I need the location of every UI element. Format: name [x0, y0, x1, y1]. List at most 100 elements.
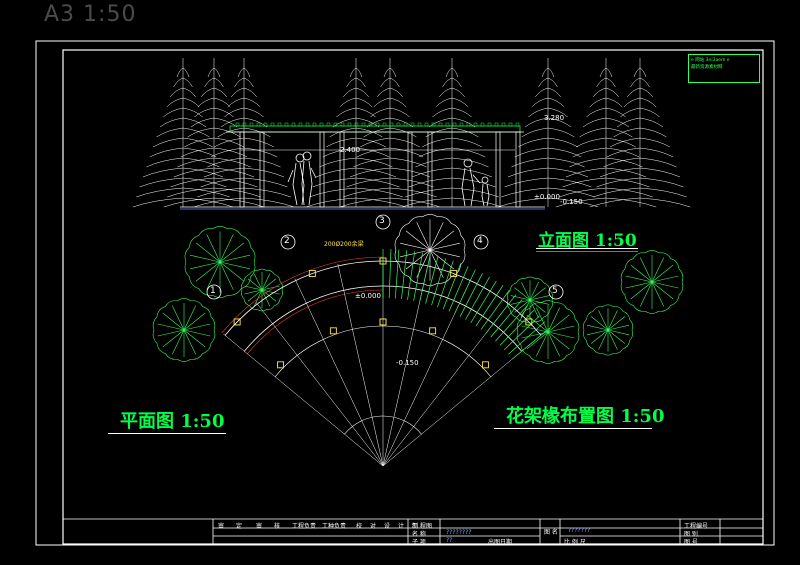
axis-label-4: 4 — [477, 236, 483, 246]
rafter-end — [319, 122, 324, 127]
axis-label-1: 1 — [210, 286, 216, 296]
elevation-title-underline-2 — [536, 251, 638, 252]
human-figure-couple — [287, 151, 317, 206]
rafter-end — [473, 122, 478, 127]
rafter-end — [396, 122, 401, 127]
subitem-label: 子 项 — [412, 539, 426, 546]
rafter-layout-title: 花架椽布置图 1:50 — [506, 406, 665, 427]
tree-crown — [507, 276, 553, 324]
signature-field-label: 审 — [218, 523, 225, 530]
rafter-end — [256, 122, 261, 127]
rafter-end — [347, 122, 352, 127]
drawing-date-label: 出图日期 — [488, 539, 513, 546]
rafter — [401, 250, 408, 300]
rafter-end — [424, 122, 429, 127]
beam-level-dimension: 2.400 — [340, 146, 361, 154]
rafter — [480, 289, 510, 330]
drawing-name-value: ??????? — [568, 527, 591, 534]
inner-frame — [62, 49, 764, 545]
rafter-end — [487, 122, 492, 127]
rafter — [475, 285, 504, 327]
tree-crown — [620, 250, 684, 314]
rafter-end — [284, 122, 289, 127]
rafter-end — [305, 122, 310, 127]
website-stamp: e 网站 3ni3aem e 最新资源素材网 — [688, 54, 760, 83]
ground-level-dimension: ±0.000 — [534, 193, 560, 201]
rafter-end — [291, 122, 296, 127]
rafter — [490, 299, 523, 338]
rafter-end — [354, 122, 359, 127]
axis-label-3: 3 — [379, 216, 385, 226]
project-value: ???????? — [446, 529, 472, 536]
pergola-rafter-ends — [235, 122, 520, 127]
pergola-plan-fan — [221, 249, 551, 467]
pergola-beam — [229, 125, 521, 133]
rafter-end — [340, 122, 345, 127]
rafter — [504, 315, 540, 350]
roof-level-dimension: 3.280 — [544, 114, 565, 122]
outer-frame — [35, 40, 775, 546]
signature-field-label: 校 — [356, 523, 363, 530]
member-size-note: 200Ø200余梁 — [324, 241, 364, 248]
step-level-dimension: -0.150 — [396, 359, 419, 367]
tree-crown — [184, 226, 256, 298]
signature-field-label: 工程负责 — [292, 523, 317, 530]
rafter-end — [515, 122, 520, 127]
tree-crown — [583, 304, 633, 356]
rafter — [394, 249, 400, 299]
signature-field-label: 图 — [426, 523, 433, 530]
signature-field-label: 设 — [384, 523, 391, 530]
rafter — [407, 251, 416, 300]
rafter — [431, 258, 447, 306]
rafter-end — [277, 122, 282, 127]
rafter-end — [382, 122, 387, 127]
elevation-trees — [132, 58, 691, 208]
rafter-end — [438, 122, 443, 127]
rafter-end — [494, 122, 499, 127]
rafter-end — [242, 122, 247, 127]
rafter-end — [508, 122, 513, 127]
elevation-title-underline — [536, 248, 638, 249]
tree-crown — [394, 214, 466, 286]
rafter-end — [298, 122, 303, 127]
signature-field-label: 定 — [236, 523, 243, 530]
rafter-end — [235, 122, 240, 127]
signature-field-label: 核 — [274, 523, 281, 530]
tree-crown — [241, 268, 283, 312]
column-post — [277, 361, 284, 369]
center-level-dimension: ±0.000 — [355, 292, 381, 300]
column-post — [329, 327, 337, 335]
rafter — [437, 260, 454, 308]
pergola-columns — [239, 131, 521, 208]
column-post — [482, 361, 489, 369]
plan-view-title: 平面图 1:50 — [120, 411, 225, 432]
scale-label: 比 例 尺 — [564, 539, 586, 546]
base-level-dimension: -0.150 — [560, 198, 583, 206]
cad-drawing-canvas — [35, 40, 775, 546]
tree-crown — [516, 300, 580, 364]
rafter-end — [389, 122, 394, 127]
rafter-end — [326, 122, 331, 127]
rafter-end — [312, 122, 317, 127]
pergola-elevation — [180, 122, 545, 210]
tree-crown — [152, 298, 216, 362]
human-figure-adult-child — [461, 158, 490, 207]
signature-field-label: 工种负责 — [322, 523, 347, 530]
axis-label-5: 5 — [552, 286, 558, 296]
conifer-tree — [497, 58, 599, 208]
pergola-column — [515, 131, 521, 208]
radial-line — [223, 333, 384, 467]
conifer-tree — [555, 58, 657, 208]
plan-title-underline — [108, 433, 226, 434]
rafter — [388, 249, 392, 299]
rafter-title-underline — [494, 428, 652, 429]
signature-field-label: 对 — [370, 523, 377, 530]
rafter — [495, 304, 529, 342]
axis-label-2: 2 — [284, 236, 290, 246]
rafter — [425, 256, 439, 304]
signature-field-label: 审 — [256, 523, 263, 530]
subitem-value: ?? — [446, 537, 453, 544]
rafter-end — [249, 122, 254, 127]
rafter-end — [445, 122, 450, 127]
stamp-line-2: 最新资源素材网 — [691, 65, 723, 70]
